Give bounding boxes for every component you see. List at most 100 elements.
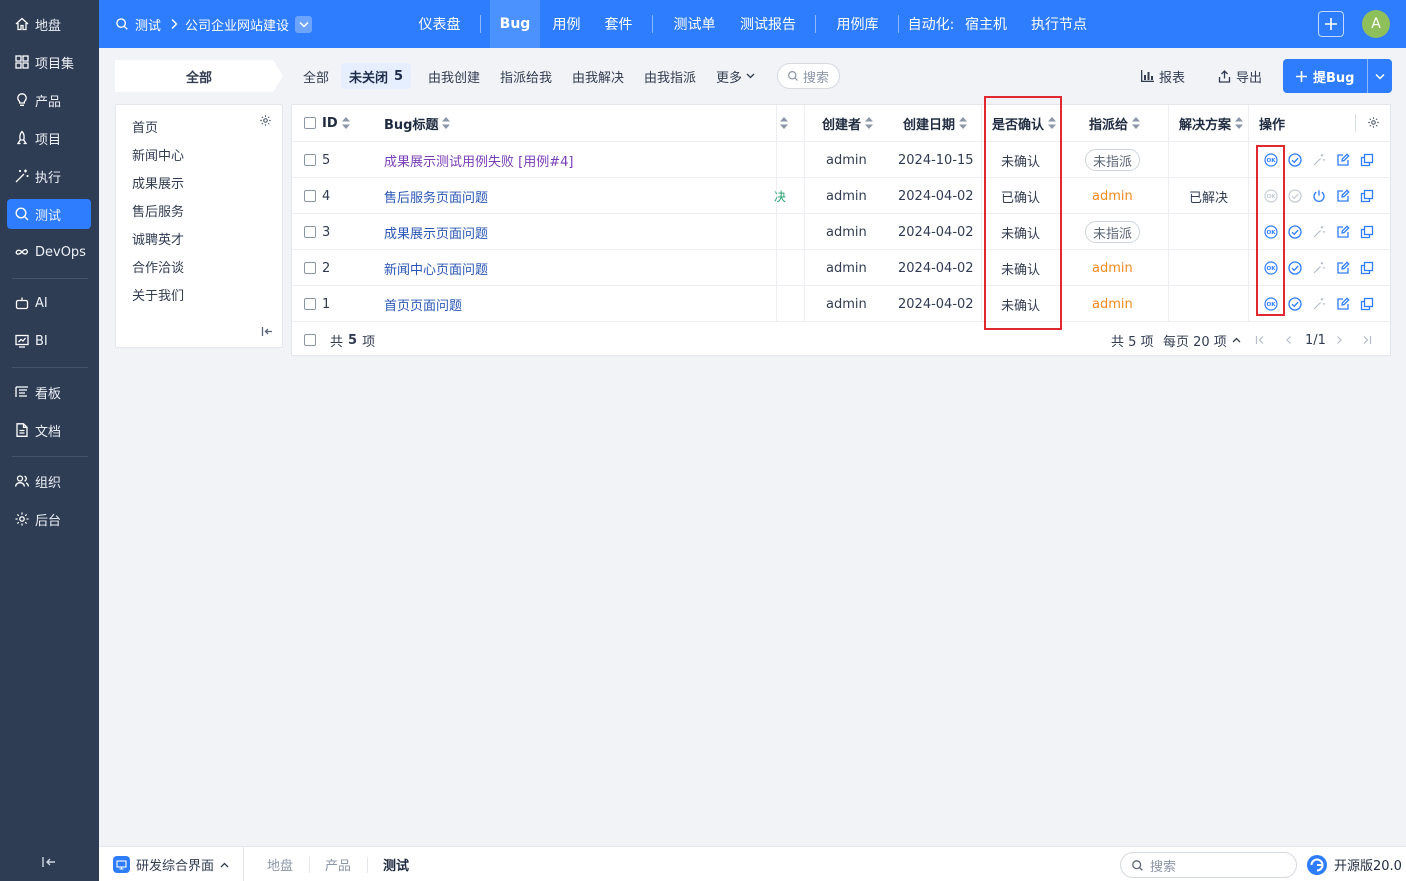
row-checkbox[interactable] <box>304 298 316 310</box>
nav-dashboard[interactable]: 仪表盘 <box>409 0 470 48</box>
workspace-switcher[interactable]: 研发综合界面 <box>113 847 229 881</box>
power-icon[interactable] <box>1312 189 1326 203</box>
bug-assigned-user[interactable]: admin <box>1092 178 1133 214</box>
gear-icon[interactable] <box>1367 116 1380 129</box>
select-all-checkbox[interactable] <box>304 117 316 129</box>
tree-item[interactable]: 首页 <box>132 117 158 136</box>
unassigned-pill[interactable]: 未指派 <box>1085 221 1141 243</box>
nav-suite[interactable]: 套件 <box>596 0 641 48</box>
version-badge[interactable]: 开源版20.0 <box>1306 847 1402 881</box>
tree-item[interactable]: 诚聘英才 <box>132 229 184 248</box>
copy-icon[interactable] <box>1360 297 1374 311</box>
sidebar-item-product[interactable]: 产品 <box>7 85 91 115</box>
table-row[interactable]: 1 首页页面问题 admin 2024-04-02 未确认 admin OK <box>292 285 1392 321</box>
nav-testtask[interactable]: 测试单 <box>664 0 725 48</box>
sort-icon[interactable] <box>780 117 788 129</box>
copy-icon[interactable] <box>1360 261 1374 275</box>
column-header-resolution[interactable]: 解决方案 <box>1179 105 1244 141</box>
bug-assigned[interactable]: 未指派 <box>1085 214 1141 250</box>
row-checkbox[interactable] <box>304 190 316 202</box>
column-header-title[interactable]: Bug标题 <box>384 105 451 141</box>
nav-bug[interactable]: Bug <box>490 0 540 48</box>
nav-exec-node[interactable]: 执行节点 <box>1027 0 1091 48</box>
table-row[interactable]: 2 新闻中心页面问题 admin 2024-04-02 未确认 admin OK <box>292 249 1392 285</box>
tab-resolved-by-me[interactable]: 由我解决 <box>564 63 632 89</box>
nav-testcase[interactable]: 用例 <box>544 0 589 48</box>
collapse-panel-icon[interactable] <box>261 326 273 337</box>
edit-icon[interactable] <box>1336 297 1350 311</box>
report-button[interactable]: 报表 <box>1141 63 1185 89</box>
search-toggle[interactable]: 搜索 <box>777 63 840 89</box>
row-checkbox[interactable] <box>304 154 316 166</box>
column-header-date[interactable]: 创建日期 <box>903 105 968 141</box>
product-switcher[interactable]: 公司企业网站建设 <box>185 0 313 48</box>
column-header-creator[interactable]: 创建者 <box>822 105 874 141</box>
sidebar-item-project[interactable]: 项目 <box>7 123 91 153</box>
tree-item[interactable]: 成果展示 <box>132 173 184 192</box>
next-page-button[interactable] <box>1336 322 1343 358</box>
chevron-down-icon[interactable] <box>295 15 313 33</box>
tab-more[interactable]: 更多 <box>708 63 763 89</box>
bug-title-link[interactable]: 成果展示测试用例失败 [用例#4] <box>384 142 573 178</box>
bug-title-link[interactable]: 成果展示页面问题 <box>384 214 488 250</box>
tab-opened-by-me[interactable]: 由我创建 <box>420 63 488 89</box>
check-circle-icon[interactable] <box>1288 261 1302 275</box>
module-crumb[interactable]: 测试 <box>115 0 161 48</box>
column-header-assigned[interactable]: 指派给 <box>1089 105 1141 141</box>
tree-item[interactable]: 售后服务 <box>132 201 184 220</box>
sidebar-item-execution[interactable]: 执行 <box>7 161 91 191</box>
footer-crumb[interactable]: 产品 <box>325 847 351 881</box>
nav-host[interactable]: 宿主机 <box>959 0 1013 48</box>
sidebar-item-dashboard[interactable]: 地盘 <box>7 9 91 39</box>
prev-page-button[interactable] <box>1285 322 1292 358</box>
tab-all[interactable]: 全部 <box>295 63 337 89</box>
page-size-select[interactable]: 每页 20 项 <box>1163 322 1241 358</box>
create-bug-dropdown-toggle[interactable] <box>1368 59 1392 93</box>
footer-crumb[interactable]: 地盘 <box>267 847 293 881</box>
sidebar-item-kanban[interactable]: 看板 <box>7 377 91 407</box>
user-avatar[interactable]: A <box>1362 10 1390 38</box>
sidebar-item-devops[interactable]: DevOps <box>7 237 91 267</box>
bug-title-link[interactable]: 售后服务页面问题 <box>384 178 488 214</box>
last-page-button[interactable] <box>1362 322 1372 358</box>
edit-icon[interactable] <box>1336 189 1350 203</box>
sidebar-item-org[interactable]: 组织 <box>7 466 91 496</box>
sidebar-item-bi[interactable]: BI <box>7 326 91 356</box>
sidebar-item-program[interactable]: 项目集 <box>7 47 91 77</box>
table-row[interactable]: 4 售后服务页面问题 决 admin 2024-04-02 已确认 admin … <box>292 177 1392 213</box>
tab-assigned-by-me[interactable]: 由我指派 <box>636 63 704 89</box>
gear-icon[interactable] <box>259 114 272 127</box>
bug-title-link[interactable]: 首页页面问题 <box>384 286 462 322</box>
check-circle-icon[interactable] <box>1288 153 1302 167</box>
export-button[interactable]: 导出 <box>1218 63 1262 89</box>
table-row[interactable]: 5 成果展示测试用例失败 [用例#4] admin 2024-10-15 未确认… <box>292 141 1392 177</box>
module-tree-all-tab[interactable]: 全部 <box>115 60 283 92</box>
collapse-sidebar-icon[interactable] <box>40 855 58 869</box>
copy-icon[interactable] <box>1360 225 1374 239</box>
copy-icon[interactable] <box>1360 189 1374 203</box>
sidebar-item-ai[interactable]: AI <box>7 288 91 318</box>
tab-assigned-to-me[interactable]: 指派给我 <box>492 63 560 89</box>
edit-icon[interactable] <box>1336 225 1350 239</box>
quick-create-button[interactable] <box>1318 11 1344 37</box>
table-row[interactable]: 3 成果展示页面问题 admin 2024-04-02 未确认 未指派 OK <box>292 213 1392 249</box>
sidebar-item-admin[interactable]: 后台 <box>7 504 91 534</box>
tree-item[interactable]: 合作洽谈 <box>132 257 184 276</box>
edit-icon[interactable] <box>1336 261 1350 275</box>
check-circle-icon[interactable] <box>1288 225 1302 239</box>
tree-item[interactable]: 关于我们 <box>132 285 184 304</box>
tree-item[interactable]: 新闻中心 <box>132 145 184 164</box>
select-all-footer-checkbox[interactable] <box>304 334 316 346</box>
nav-caselib[interactable]: 用例库 <box>827 0 888 48</box>
tab-unclosed[interactable]: 未关闭 5 <box>341 63 412 89</box>
create-bug-button[interactable]: 提Bug <box>1283 59 1392 93</box>
first-page-button[interactable] <box>1255 322 1265 358</box>
bug-assigned-user[interactable]: admin <box>1092 286 1133 322</box>
bug-assigned[interactable]: 未指派 <box>1085 142 1141 178</box>
bug-title-link[interactable]: 新闻中心页面问题 <box>384 250 488 286</box>
unassigned-pill[interactable]: 未指派 <box>1085 149 1141 171</box>
edit-icon[interactable] <box>1336 153 1350 167</box>
row-checkbox[interactable] <box>304 262 316 274</box>
sidebar-item-doc[interactable]: 文档 <box>7 415 91 445</box>
nav-testreport[interactable]: 测试报告 <box>731 0 805 48</box>
